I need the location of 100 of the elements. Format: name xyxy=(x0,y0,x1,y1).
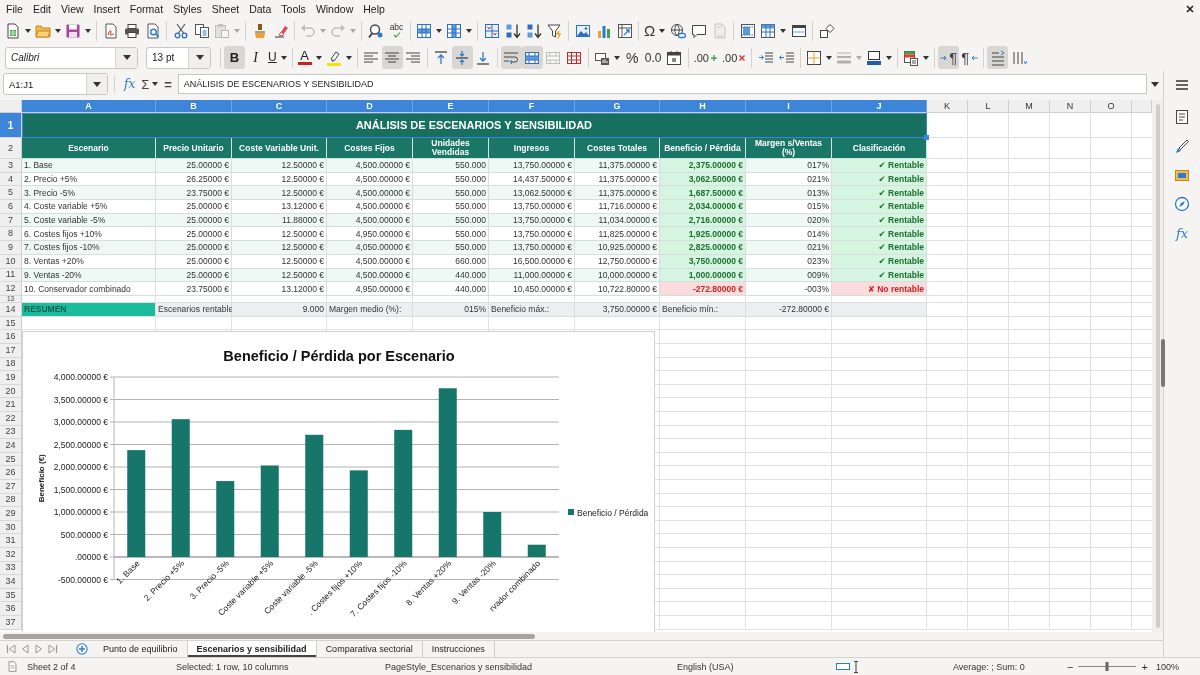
delete-decimal-button[interactable]: .00 xyxy=(719,46,749,69)
right-to-left-button[interactable]: ¶ xyxy=(959,46,981,69)
table-cell: 12.50000 € xyxy=(232,159,327,173)
sum-button[interactable]: Σ xyxy=(138,74,162,94)
column-header[interactable]: L xyxy=(968,100,1009,113)
print-area-icon xyxy=(739,22,756,39)
menu-item[interactable]: Window xyxy=(310,1,359,16)
selection-mode-icon[interactable] xyxy=(836,662,850,671)
sheet-tab[interactable]: Punto de equilibrio xyxy=(94,641,188,657)
row-header[interactable]: 21 xyxy=(0,398,22,413)
menu-item[interactable]: Help xyxy=(358,1,390,16)
menu-item[interactable]: Tools xyxy=(276,1,311,16)
row-header[interactable]: 29 xyxy=(0,507,22,521)
column-header[interactable]: E xyxy=(413,100,489,113)
menu-item[interactable]: Sheet xyxy=(206,1,245,16)
caret-icon xyxy=(152,82,159,86)
skip-start-icon xyxy=(6,643,16,655)
row-header[interactable]: 6 xyxy=(0,200,22,214)
spelling-button[interactable]: abc xyxy=(386,19,407,42)
row-header[interactable]: 36 xyxy=(0,602,22,616)
row-header[interactable]: 27 xyxy=(0,480,22,494)
zoom-in-button[interactable]: + xyxy=(1139,660,1150,673)
text-horizontal-button[interactable] xyxy=(987,46,1009,69)
slider-thumb[interactable] xyxy=(1105,662,1109,671)
column-header[interactable]: G xyxy=(575,100,660,113)
number-format-button[interactable]: 0.0 xyxy=(642,46,664,69)
caret-icon xyxy=(234,28,240,33)
font-name-combobox[interactable]: Calibri xyxy=(5,46,138,69)
row-header[interactable]: 22 xyxy=(0,412,22,426)
last-sheet-button[interactable] xyxy=(46,643,60,655)
caret-icon xyxy=(85,28,91,33)
align-middle-button[interactable] xyxy=(451,46,473,69)
bold-button[interactable]: B xyxy=(224,46,245,69)
row-header[interactable]: 3 xyxy=(0,159,22,173)
zoom-out-button[interactable]: − xyxy=(1065,660,1076,673)
row-header[interactable]: 17 xyxy=(0,344,22,358)
menu-item[interactable]: Format xyxy=(124,1,169,16)
text-cursor-icon xyxy=(853,660,859,673)
add-decimal-button[interactable]: .00 xyxy=(691,46,720,69)
border-color-icon xyxy=(866,49,883,66)
table-cell: 10,722.80000 € xyxy=(575,282,660,296)
function-wizard-button[interactable]: fx xyxy=(121,74,139,94)
sidebar-handle[interactable] xyxy=(1161,339,1165,387)
merge-center-icon xyxy=(524,49,541,66)
sheet-tab[interactable]: Instrucciones xyxy=(422,641,495,657)
column-header[interactable]: D xyxy=(327,100,413,113)
scrollbar-thumb[interactable] xyxy=(1155,104,1160,628)
menu-item[interactable]: Edit xyxy=(27,1,56,16)
merge-center-button[interactable] xyxy=(521,46,543,69)
row-header[interactable]: 34 xyxy=(0,575,22,589)
wrap-text-button[interactable] xyxy=(500,46,522,69)
menu-item[interactable]: View xyxy=(56,1,89,16)
axis-title: Beneficio (€) xyxy=(37,454,46,503)
row-header[interactable]: 26 xyxy=(0,466,22,480)
row-header[interactable]: 9 xyxy=(0,241,22,255)
row-header[interactable]: 31 xyxy=(0,534,22,548)
selection-handle-icon[interactable] xyxy=(924,135,929,140)
column-header[interactable]: F xyxy=(489,100,575,113)
left-to-right-button[interactable]: ¶ xyxy=(938,46,960,69)
add-sheet-button[interactable] xyxy=(73,641,91,657)
row-header[interactable]: 1 xyxy=(0,113,22,138)
column-header[interactable]: K xyxy=(927,100,968,113)
column-header[interactable]: O xyxy=(1091,100,1132,113)
name-box[interactable]: A1:J1 xyxy=(3,73,108,95)
column-header[interactable]: I xyxy=(746,100,832,113)
italic-button[interactable]: I xyxy=(245,46,266,69)
row-header[interactable]: 12 xyxy=(0,282,22,296)
row-header[interactable]: 8 xyxy=(0,227,22,242)
scrollbar-thumb[interactable] xyxy=(3,633,535,639)
menu-item[interactable]: Data xyxy=(244,1,277,16)
row-header[interactable]: 24 xyxy=(0,439,22,453)
formula-button[interactable]: = xyxy=(161,74,175,94)
menu-item[interactable]: File xyxy=(1,1,28,16)
menu-item[interactable]: Insert xyxy=(88,1,125,16)
sheet-tab[interactable]: Comparativa sectorial xyxy=(316,641,423,657)
row-header[interactable]: 16 xyxy=(0,330,22,345)
column-header[interactable]: A xyxy=(22,100,156,113)
font-color-button[interactable]: A xyxy=(295,46,324,69)
column-header[interactable]: J xyxy=(832,100,927,113)
column-header[interactable]: N xyxy=(1050,100,1091,113)
percent-format-button[interactable]: % xyxy=(621,46,643,69)
column-header[interactable]: C xyxy=(232,100,327,113)
column-header[interactable]: B xyxy=(156,100,232,113)
column-header[interactable]: H xyxy=(660,100,746,113)
row-header[interactable]: 5 xyxy=(0,186,22,201)
underline-button[interactable]: U xyxy=(266,46,289,69)
axis-tick-label: 4,000.00000 € xyxy=(53,372,108,382)
functions-button[interactable]: fx xyxy=(1170,221,1194,245)
special-character-button[interactable]: Ω xyxy=(642,19,668,42)
formula-input-field[interactable]: ANÁLISIS DE ESCENARIOS Y SENSIBILIDAD xyxy=(177,74,1147,94)
row-header[interactable]: 19 xyxy=(0,371,22,385)
table-cell: 4,050.00000 € xyxy=(327,241,413,255)
row-header[interactable]: 2 xyxy=(0,138,22,159)
sheet-tab[interactable]: Escenarios y sensibilidad xyxy=(187,641,317,657)
menu-item[interactable]: Styles xyxy=(168,1,207,16)
legend-label: Beneficio / Pérdida xyxy=(577,507,649,518)
font-size-combobox[interactable]: 13 pt xyxy=(146,46,211,69)
close-icon[interactable] xyxy=(1186,4,1194,13)
column-header[interactable]: M xyxy=(1009,100,1050,113)
first-sheet-button[interactable] xyxy=(4,643,18,655)
